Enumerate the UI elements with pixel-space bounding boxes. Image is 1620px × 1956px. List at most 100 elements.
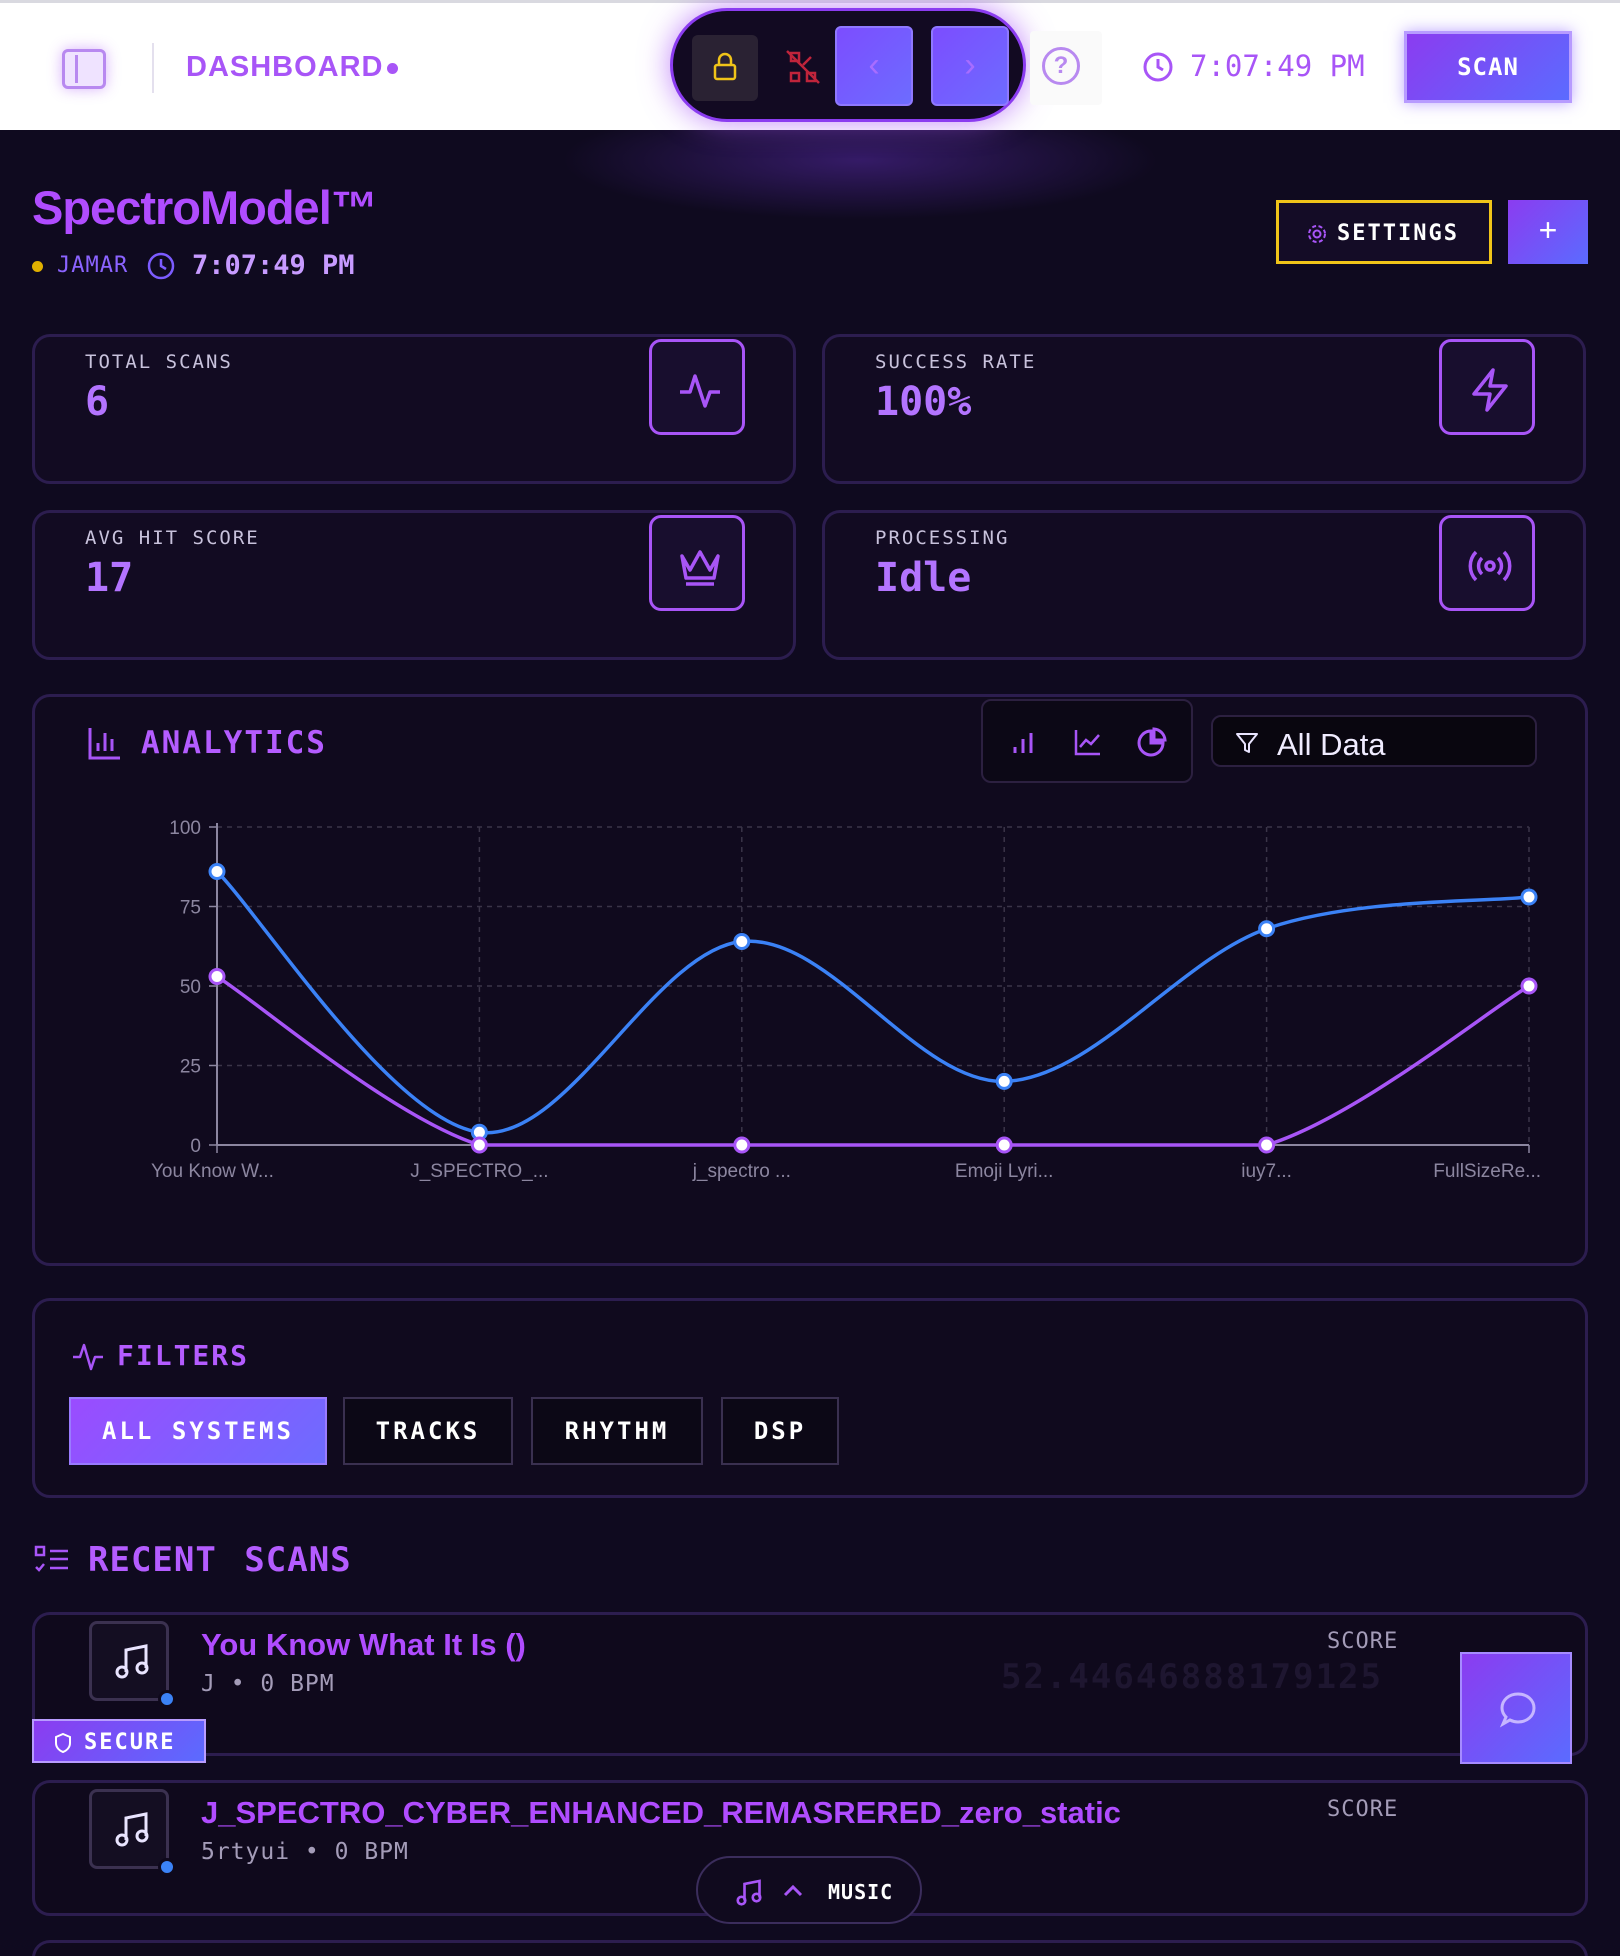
stat-card-success-rate: SUCCESS RATE 100%: [822, 334, 1586, 484]
list-check-icon: [34, 1545, 68, 1572]
scan-title: J_SPECTRO_CYBER_ENHANCED_REMASRERED_zero…: [201, 1795, 1121, 1830]
settings-button[interactable]: SETTINGS: [1276, 200, 1492, 264]
recent-scans-title: RECENT SCANS: [88, 1540, 352, 1580]
secure-label: SECURE: [84, 1730, 176, 1755]
previous-button[interactable]: ‹: [835, 26, 913, 106]
chevron-up-icon: [783, 1884, 803, 1897]
x-tick-label: J_SPECTRO_...: [410, 1161, 548, 1182]
crown-icon: [680, 550, 720, 586]
network-off-icon: [786, 50, 820, 84]
stat-value: 17: [85, 555, 134, 601]
stat-label: PROCESSING: [875, 527, 1010, 549]
chat-button[interactable]: [1460, 1652, 1572, 1764]
analytics-chart: 0 25 50 75 100 You Know W... J_SPECTRO_... j_sp…: [151, 818, 1541, 1182]
scan-meta: 5rtyui • 0 BPM: [201, 1839, 409, 1865]
data-filter-select[interactable]: All Data: [1211, 715, 1537, 767]
data-point: [733, 1136, 751, 1154]
zap-icon: [1472, 368, 1508, 412]
data-point: [208, 863, 226, 881]
y-tick-label: 0: [190, 1136, 201, 1157]
filter-tracks[interactable]: TRACKS: [343, 1397, 513, 1465]
y-tick-label: 25: [180, 1057, 201, 1078]
radio-icon: [1468, 550, 1512, 582]
data-point: [1258, 1136, 1276, 1154]
y-tick-label: 50: [180, 977, 201, 998]
pie-chart-button-icon[interactable]: [1135, 727, 1167, 759]
activity-icon: [680, 374, 720, 408]
music-player-label: MUSIC: [828, 1880, 894, 1904]
divider: [152, 43, 154, 93]
scan-list-item[interactable]: You Know What It Is () J • 0 BPM SCORE 5…: [32, 1612, 1588, 1756]
bar-chart-icon: [88, 728, 120, 760]
stat-label: SUCCESS RATE: [875, 351, 1037, 373]
chevron-left-icon: ‹: [868, 46, 880, 84]
user-status-dot: [32, 261, 43, 272]
stat-card-total-scans: TOTAL SCANS 6: [32, 334, 796, 484]
filter-all-systems[interactable]: ALL SYSTEMS: [69, 1397, 327, 1465]
stat-icon-box: [649, 515, 745, 611]
settings-label: SETTINGS: [1337, 221, 1459, 246]
x-tick-label: You Know W...: [151, 1161, 274, 1182]
data-point: [208, 967, 226, 985]
line-chart-button-icon[interactable]: [1073, 727, 1103, 757]
scan-meta: J • 0 BPM: [201, 1671, 335, 1697]
secure-badge: SECURE: [32, 1719, 206, 1763]
activity-icon: [73, 1343, 103, 1371]
analytics-panel: 0 25 50 75 100 You Know W... J_SPECTRO_... j_sp…: [32, 694, 1588, 1266]
help-icon: ?: [1042, 47, 1080, 85]
clock-icon: [147, 252, 175, 280]
online-indicator: [158, 1690, 176, 1708]
stat-icon-box: [649, 339, 745, 435]
data-point: [995, 1072, 1013, 1090]
lock-icon: [713, 52, 737, 81]
music-note-icon: [736, 1879, 762, 1906]
filter-dsp[interactable]: DSP: [721, 1397, 839, 1465]
music-player-toggle[interactable]: MUSIC: [696, 1856, 922, 1924]
music-note-icon: [115, 1644, 149, 1679]
help-button[interactable]: ?: [1030, 31, 1102, 105]
filter-rhythm[interactable]: RHYTHM: [531, 1397, 703, 1465]
stat-icon-box: [1439, 515, 1535, 611]
quick-controls-pill: ‹ ›: [670, 8, 1026, 122]
bar-chart-button-icon[interactable]: [1009, 727, 1039, 757]
score-label: SCORE: [1327, 1629, 1399, 1654]
sidebar-toggle-button[interactable]: [62, 49, 106, 89]
series-line-1: [216, 974, 1530, 1147]
y-tick-label: 100: [169, 818, 201, 839]
scan-button[interactable]: SCAN: [1404, 31, 1572, 103]
filters-panel: FILTERS ALL SYSTEMS TRACKS RHYTHM DSP: [32, 1298, 1588, 1498]
data-filter-value: All Data: [1277, 727, 1386, 762]
lock-button[interactable]: [692, 35, 758, 101]
next-button[interactable]: ›: [931, 26, 1009, 106]
user-name: JAMAR: [57, 253, 129, 278]
x-tick-label: FullSizeRe...: [1433, 1161, 1541, 1182]
stat-card-avg-hit-score: AVG HIT SCORE 17: [32, 510, 796, 660]
x-tick-label: j_spectro ...: [692, 1161, 791, 1182]
status-dot: [387, 63, 398, 74]
data-point: [1520, 977, 1538, 995]
app-title: SpectroModel™: [32, 181, 378, 234]
shield-icon: [55, 1733, 71, 1753]
stat-icon-box: [1439, 339, 1535, 435]
stat-value: 6: [85, 379, 110, 425]
scan-list-item[interactable]: [32, 1940, 1588, 1956]
score-value: 52.44646888179125: [1001, 1657, 1383, 1697]
data-point: [1520, 888, 1538, 906]
add-button[interactable]: +: [1508, 200, 1588, 264]
header-time: 7:07:49 PM: [192, 250, 355, 281]
music-note-icon: [115, 1812, 149, 1847]
gear-icon: [1308, 225, 1326, 243]
dashboard-title: DASHBOARD: [186, 51, 384, 83]
stat-value: Idle: [875, 555, 972, 601]
stat-value: 100%: [875, 379, 972, 425]
online-indicator: [158, 1858, 176, 1876]
clock-icon: [1143, 52, 1173, 82]
filters-title: FILTERS: [117, 1339, 250, 1372]
data-point: [470, 1136, 488, 1154]
stat-card-processing: PROCESSING Idle: [822, 510, 1586, 660]
network-off-button[interactable]: [773, 37, 835, 99]
score-label: SCORE: [1327, 1797, 1399, 1822]
stat-label: TOTAL SCANS: [85, 351, 233, 373]
chevron-right-icon: ›: [964, 46, 976, 84]
data-point: [733, 932, 751, 950]
